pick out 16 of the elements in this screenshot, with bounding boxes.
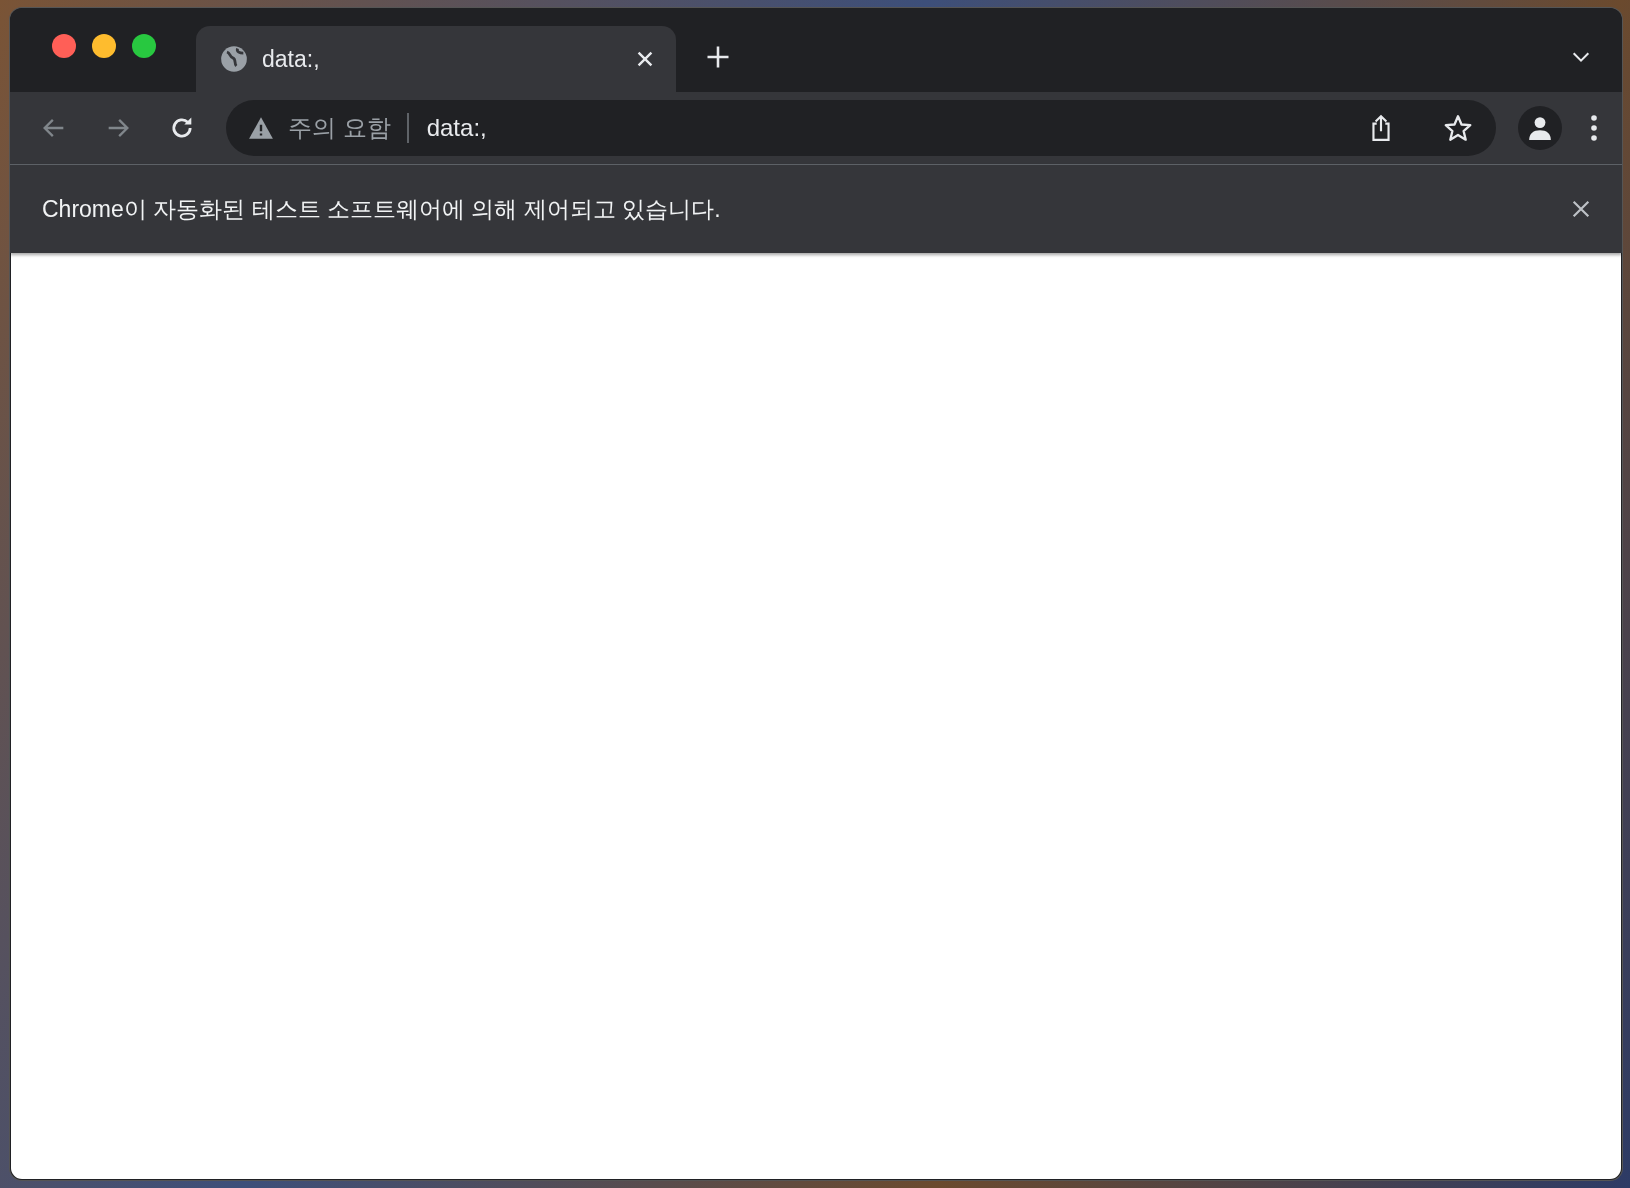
- star-icon[interactable]: [1444, 114, 1472, 142]
- browser-tab[interactable]: data:,: [196, 26, 676, 92]
- minimize-window-button[interactable]: [92, 34, 116, 58]
- security-label[interactable]: 주의 요함: [288, 112, 391, 144]
- close-icon[interactable]: [1570, 198, 1592, 220]
- close-window-button[interactable]: [52, 34, 76, 58]
- profile-button[interactable]: [1518, 106, 1562, 150]
- address-bar[interactable]: 주의 요함 data:,: [226, 100, 1496, 156]
- person-icon: [1527, 115, 1553, 141]
- menu-icon[interactable]: [1590, 114, 1598, 142]
- zoom-window-button[interactable]: [132, 34, 156, 58]
- warning-icon: [248, 116, 274, 140]
- infobar-message: Chrome이 자동화된 테스트 소프트웨어에 의해 제어되고 있습니다.: [42, 194, 722, 224]
- url-text: data:,: [426, 114, 488, 142]
- tab-title: data:,: [262, 45, 321, 73]
- globe-icon: [220, 45, 248, 73]
